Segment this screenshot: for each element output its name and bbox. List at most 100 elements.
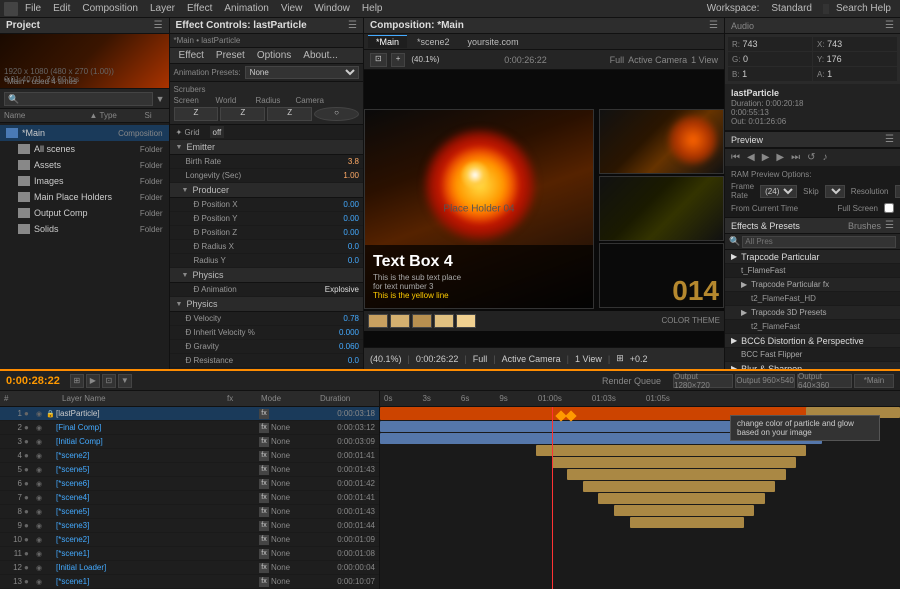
menu-window[interactable]: Window — [309, 2, 355, 15]
preview-rewind-btn[interactable]: ⏮ — [729, 152, 742, 163]
layer-row-5[interactable]: 5 ● ◉ [*scene5] fx None 0:00:01:43 — [0, 463, 379, 477]
preview-loop-btn[interactable]: ↺ — [805, 152, 817, 163]
bcc6-folder[interactable]: ▶ BCC6 Distortion & Perspective — [725, 334, 900, 348]
search-help[interactable]: Search Help — [831, 2, 896, 15]
menu-view[interactable]: View — [276, 2, 308, 15]
bcc-flipper-item[interactable]: BCC Fast Flipper — [725, 348, 900, 362]
preview-ff-btn[interactable]: ⏭ — [789, 152, 802, 163]
output-btn-1[interactable]: Output 1280×720 — [673, 374, 733, 388]
output-btn-2[interactable]: Output 960×540 — [735, 374, 795, 388]
menu-file[interactable]: File — [20, 2, 46, 15]
blur-sharpen-folder[interactable]: ▶ Blur & Sharpen — [725, 362, 900, 369]
project-item-solids[interactable]: Solids Folder — [0, 221, 169, 237]
l-solo-8[interactable]: ◉ — [36, 508, 44, 516]
longevity-value[interactable]: 1.00 — [324, 171, 359, 180]
producer-section[interactable]: ▼ Producer — [170, 183, 363, 198]
effect-menu-options[interactable]: Options — [252, 49, 296, 62]
comp-menu-icon[interactable]: ☰ — [709, 20, 718, 31]
l-eye-9[interactable]: ● — [24, 521, 34, 530]
project-search[interactable] — [4, 92, 153, 106]
layer-row-13[interactable]: 13 ● ◉ [*scene1] fx None 0:00:10:07 — [0, 575, 379, 589]
layer-row-3[interactable]: 3 ● ◉ [Initial Comp] fx None 0:00:03:09 — [0, 435, 379, 449]
scrubber-z1[interactable]: Z — [174, 107, 219, 121]
trapcode-fx-folder[interactable]: ▶ Trapcode Particular fx — [725, 278, 900, 292]
animation-value[interactable]: Explosive — [324, 285, 359, 294]
fx-icon-10[interactable]: fx — [259, 535, 269, 545]
project-item-images[interactable]: Images Folder — [0, 173, 169, 189]
pos-y-value[interactable]: 0.00 — [324, 214, 359, 223]
l-solo-2[interactable]: ◉ — [36, 424, 44, 432]
fx-icon-9[interactable]: fx — [259, 521, 269, 531]
trapcode-folder[interactable]: ▶ Trapcode Particular — [725, 250, 900, 264]
effects-menu-icon[interactable]: ☰ — [885, 220, 894, 231]
flame-fast-2-item[interactable]: t2_FlameFast — [725, 320, 900, 334]
tab-yoursite[interactable]: yoursite.com — [460, 36, 527, 48]
layer-row-9[interactable]: 9 ● ◉ [*scene3] fx None 0:00:01:44 — [0, 519, 379, 533]
effect-menu-preset[interactable]: Preset — [211, 49, 250, 62]
frame-rate-select[interactable]: (24) — [760, 185, 797, 198]
footer-grid-icon[interactable]: ⊞ — [616, 353, 624, 364]
gravity-value[interactable]: 0.060 — [324, 342, 359, 351]
inherit-vel-value[interactable]: 0.000 — [324, 328, 359, 337]
render-queue-label[interactable]: Render Queue — [596, 376, 667, 386]
tl-btn-4[interactable]: ▼ — [118, 374, 132, 388]
tab-scene2[interactable]: *scene2 — [409, 36, 458, 48]
skip-select[interactable]: 0 — [825, 185, 845, 198]
track-8[interactable] — [598, 493, 764, 504]
track-7[interactable] — [583, 481, 775, 492]
preview-audio-btn[interactable]: ♪ — [821, 152, 830, 163]
l-eye-7[interactable]: ● — [24, 493, 34, 502]
scrubber-circle[interactable]: ○ — [314, 107, 359, 121]
l-eye-8[interactable]: ● — [24, 507, 34, 516]
track-9[interactable] — [614, 505, 754, 516]
tl-btn-1[interactable]: ⊞ — [70, 374, 84, 388]
menu-edit[interactable]: Edit — [48, 2, 75, 15]
swatch-1[interactable] — [368, 314, 388, 328]
right-menu-icon[interactable]: ☰ — [885, 20, 894, 31]
l-eye-2[interactable]: ● — [24, 423, 34, 432]
effect-controls-menu-icon[interactable]: ☰ — [348, 20, 357, 31]
resistance-value[interactable]: 0.0 — [324, 356, 359, 365]
l-eye-13[interactable]: ● — [24, 577, 34, 586]
l-solo-13[interactable]: ◉ — [36, 578, 44, 586]
l-eye-4[interactable]: ● — [24, 451, 34, 460]
l-solo-6[interactable]: ◉ — [36, 480, 44, 488]
trapcode-3d-folder[interactable]: ▶ Trapcode 3D Presets — [725, 306, 900, 320]
fx-icon-8[interactable]: fx — [259, 507, 269, 517]
flame-fast-hd-item[interactable]: t2_FlameFast_HD — [725, 292, 900, 306]
project-item-output[interactable]: Output Comp Folder — [0, 205, 169, 221]
menu-animation[interactable]: Animation — [219, 2, 273, 15]
resolution-select[interactable]: Auto — [895, 185, 900, 198]
menu-layer[interactable]: Layer — [145, 2, 180, 15]
effects-search-input[interactable] — [742, 236, 896, 248]
footer-views[interactable]: 1 View — [575, 354, 602, 364]
l-solo-9[interactable]: ◉ — [36, 522, 44, 530]
track-5[interactable] — [552, 457, 796, 468]
layer-row-4[interactable]: 4 ● ◉ [*scene2] fx None 0:00:01:41 — [0, 449, 379, 463]
zoom-reset-btn[interactable]: ⊡ — [370, 53, 387, 67]
footer-quality[interactable]: Full — [473, 354, 488, 364]
fx-icon-1[interactable]: fx — [259, 409, 269, 419]
birth-rate-value[interactable]: 3.8 — [324, 157, 359, 166]
tl-btn-2[interactable]: ▶ — [86, 374, 100, 388]
l-solo-11[interactable]: ◉ — [36, 550, 44, 558]
menu-composition[interactable]: Composition — [77, 2, 143, 15]
l-eye-5[interactable]: ● — [24, 465, 34, 474]
zoom-in-btn[interactable]: + — [391, 53, 406, 67]
fx-icon-6[interactable]: fx — [259, 479, 269, 489]
swatch-3[interactable] — [412, 314, 432, 328]
fx-icon-13[interactable]: fx — [259, 577, 269, 587]
l-eye-11[interactable]: ● — [24, 549, 34, 558]
fx-icon-4[interactable]: fx — [259, 451, 269, 461]
swatch-5[interactable] — [456, 314, 476, 328]
preview-play-btn[interactable]: ▶ — [760, 152, 772, 163]
time-ruler[interactable]: 0s 3s 6s 9s 01:00s 01:03s 01:05s — [380, 391, 900, 407]
l-solo-10[interactable]: ◉ — [36, 536, 44, 544]
l-solo-4[interactable]: ◉ — [36, 452, 44, 460]
l-eye-12[interactable]: ● — [24, 563, 34, 572]
anim-presets-select[interactable]: None — [245, 66, 359, 79]
project-item-allscenes[interactable]: All scenes Folder — [0, 141, 169, 157]
physics-section[interactable]: ▼ Physics — [170, 297, 363, 312]
layer-row-7[interactable]: 7 ● ◉ [*scene4] fx None 0:00:01:41 — [0, 491, 379, 505]
layer-row-11[interactable]: 11 ● ◉ [*scene1] fx None 0:00:01:08 — [0, 547, 379, 561]
